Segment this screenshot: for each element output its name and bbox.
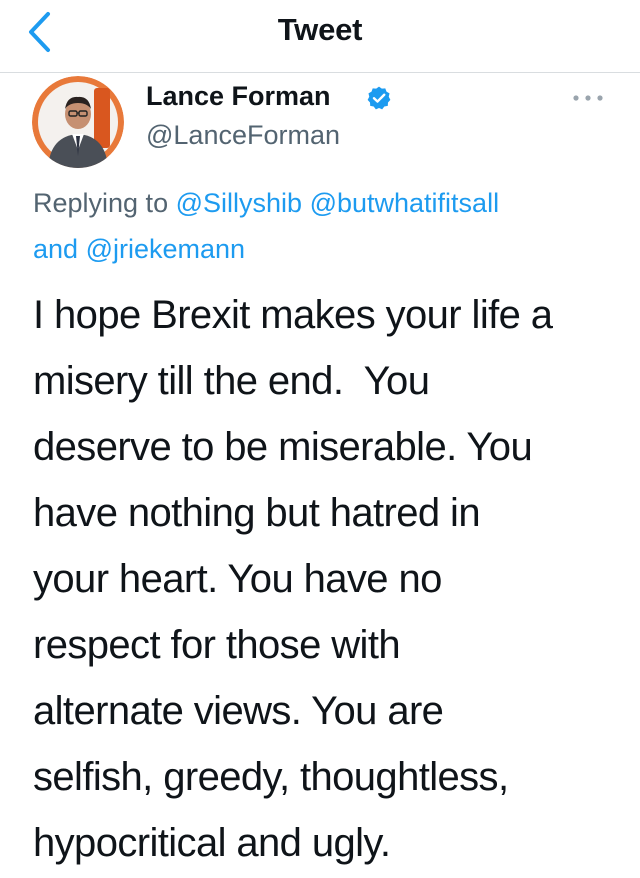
replying-to-line: Replying to @Sillyshib @butwhatifitsall … — [33, 180, 613, 272]
tweet-body-line: your heart. You have no — [33, 557, 442, 601]
tweet-body-line: respect for those with — [33, 623, 401, 667]
tweet-body-line: selfish, greedy, thoughtless, — [33, 755, 509, 799]
reply-mention-sillyshib[interactable]: @Sillyshib — [176, 188, 302, 218]
more-dots-icon — [573, 95, 603, 101]
more-options-button[interactable] — [570, 88, 606, 108]
tweet-body-line: have nothing but hatred in — [33, 491, 481, 535]
reply-mention-jriekemann[interactable]: @jriekemann — [86, 234, 245, 264]
top-navigation-bar: Tweet — [0, 0, 640, 73]
tweet-body-line: hypocritical and ugly. — [33, 821, 391, 865]
avatar-image — [32, 76, 124, 168]
author-handle[interactable]: @LanceForman — [146, 118, 340, 152]
reply-mention-butwhatifitsall[interactable]: @butwhatifitsall — [310, 188, 500, 218]
tweet-body-line: I hope Brexit makes your life a — [33, 293, 553, 337]
tweet-body: I hope Brexit makes your life a misery t… — [33, 282, 623, 876]
tweet-body-line: misery till the end. You — [33, 359, 430, 403]
avatar[interactable] — [32, 76, 124, 168]
author-display-name[interactable]: Lance Forman — [146, 79, 331, 113]
tweet-body-line: deserve to be miserable. You — [33, 425, 533, 469]
tweet-body-line: alternate views. You are — [33, 689, 444, 733]
page-title: Tweet — [277, 12, 363, 47]
replying-prefix: Replying to — [33, 188, 169, 218]
replying-joiner: and — [33, 234, 79, 264]
verified-badge-icon — [367, 86, 391, 110]
